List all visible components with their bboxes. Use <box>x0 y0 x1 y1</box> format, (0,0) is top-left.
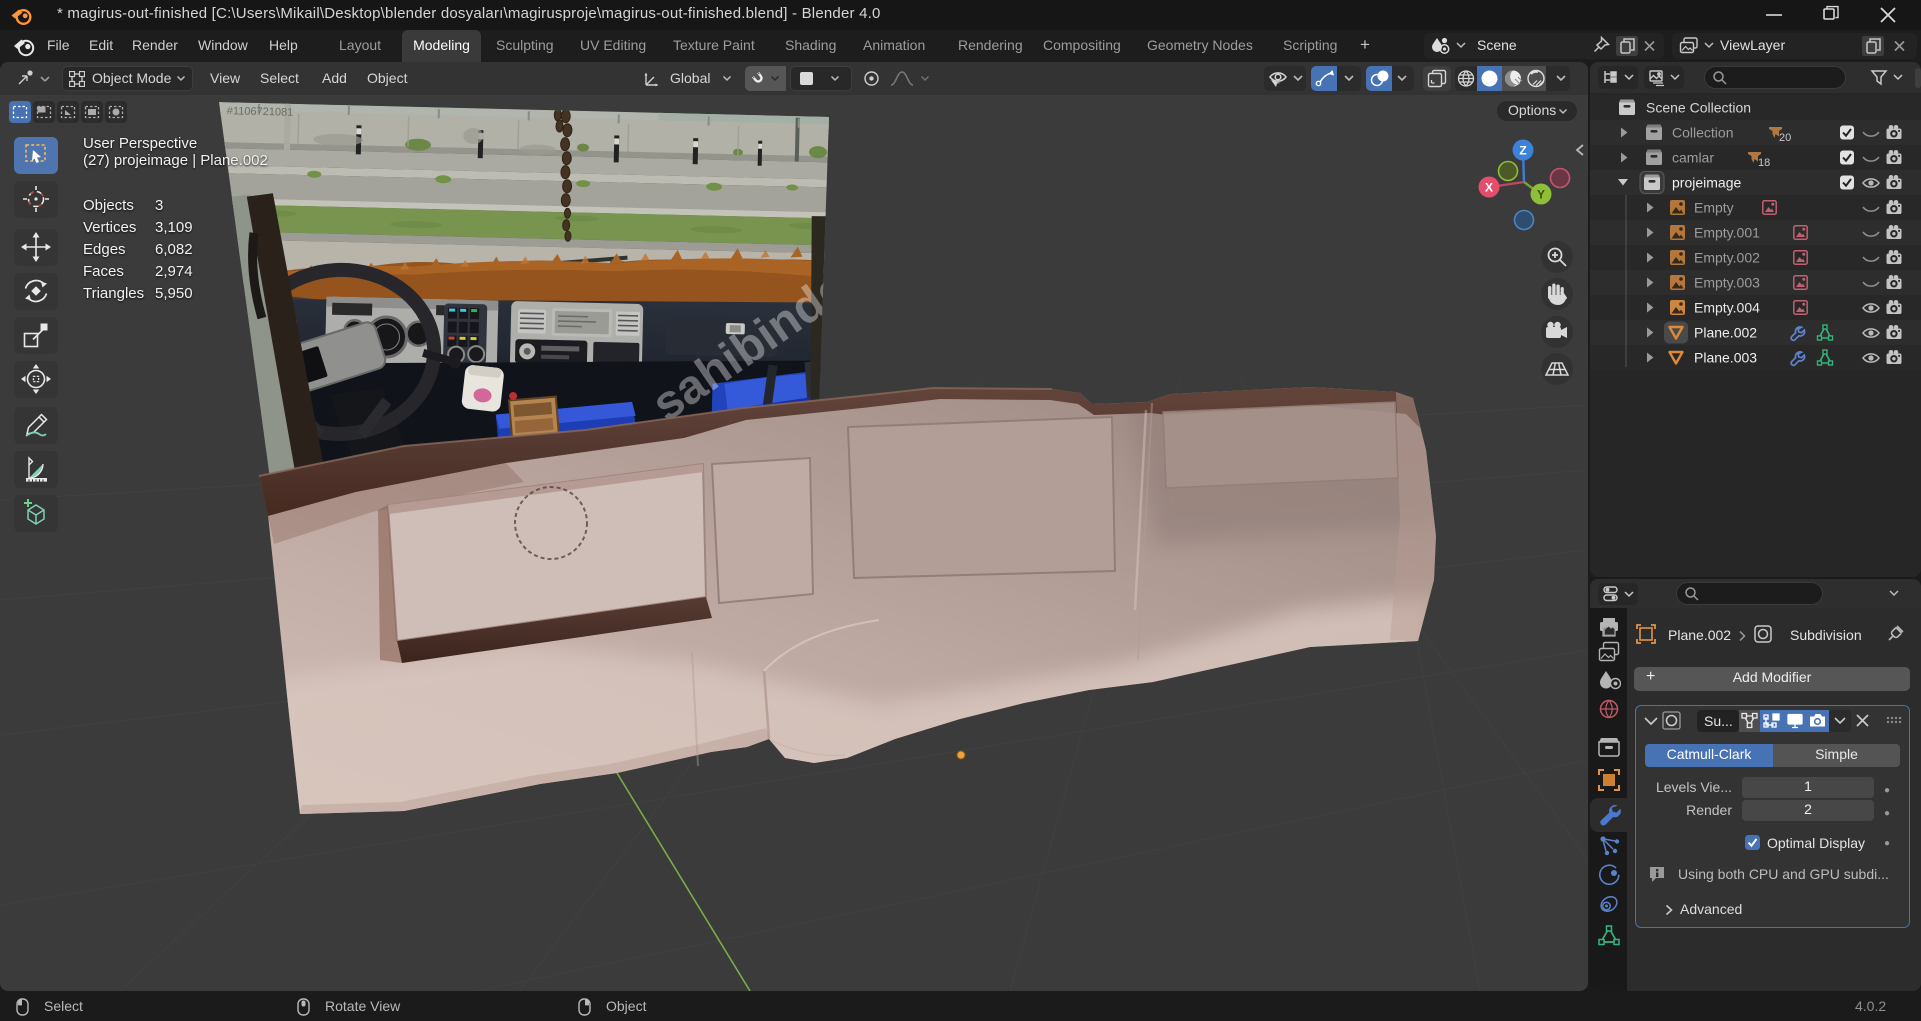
svg-text:projeimage: projeimage <box>1672 175 1741 191</box>
svg-text:Z: Z <box>1519 144 1526 158</box>
svg-text:X: X <box>1485 181 1493 195</box>
svg-text:Empty.004: Empty.004 <box>1694 300 1760 316</box>
svg-text:Su...: Su... <box>1704 713 1733 729</box>
svg-text:Empty: Empty <box>1694 200 1734 216</box>
svg-text:Empty.002: Empty.002 <box>1694 250 1760 266</box>
svg-text:Empty.003: Empty.003 <box>1694 275 1760 291</box>
svg-text:Empty.001: Empty.001 <box>1694 225 1760 241</box>
svg-text:Plane.002: Plane.002 <box>1694 325 1757 341</box>
svg-text:18: 18 <box>1758 157 1770 169</box>
svg-text:#1106721081: #1106721081 <box>227 105 294 119</box>
svg-text:20: 20 <box>1779 132 1791 144</box>
svg-text:Plane.003: Plane.003 <box>1694 350 1757 366</box>
svg-text:Scene Collection: Scene Collection <box>1646 100 1751 116</box>
svg-text:Collection: Collection <box>1672 125 1733 141</box>
svg-text:Y: Y <box>1537 188 1545 202</box>
svg-text:camlar: camlar <box>1672 150 1714 166</box>
